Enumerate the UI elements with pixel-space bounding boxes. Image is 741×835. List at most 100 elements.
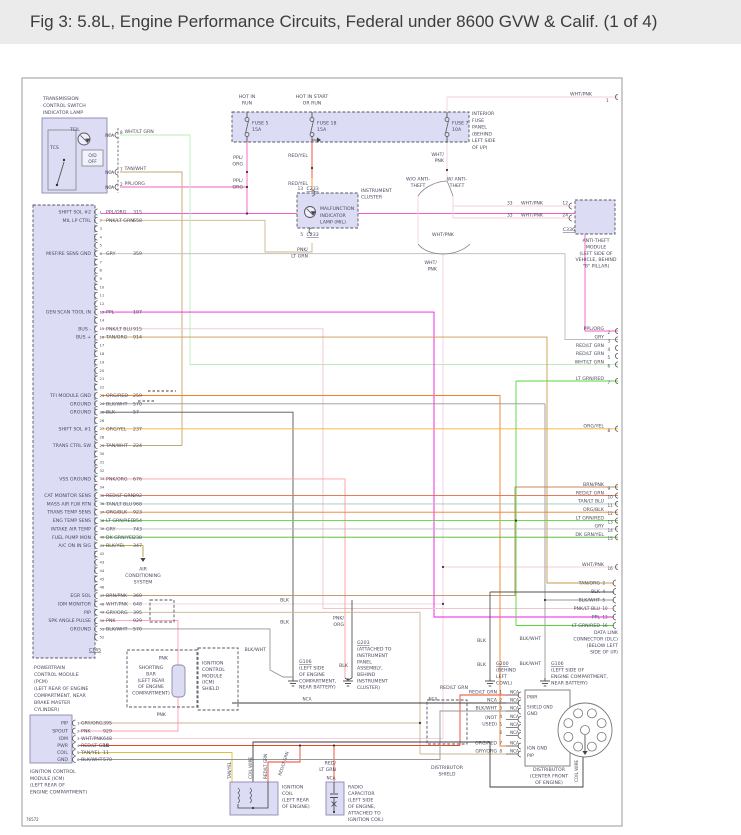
icm-shield-label: CONTROL	[202, 667, 225, 673]
anti-theft-module-label: MODULE	[586, 244, 606, 250]
mil-label: INDICATOR	[320, 213, 347, 219]
dist-fn-label: GND	[527, 711, 538, 717]
pcm-pin-wire: PNK/LT GRN	[106, 218, 134, 224]
not-used: USED)	[482, 722, 497, 728]
pcm-pin-wire: WHT/PNK	[106, 601, 129, 607]
label: NCA	[303, 697, 312, 702]
label: RED/LT GRN	[440, 685, 469, 691]
exit-number: 16	[608, 566, 614, 571]
shorting-bar-component	[172, 665, 185, 697]
junction-dot	[246, 186, 248, 188]
dist-pin-nca: NCA	[510, 722, 519, 727]
radio-capacitor-label: (LEFT SIDE	[348, 798, 373, 804]
pcm-pin-name: INTAKE AIR TEMP	[51, 526, 91, 532]
dist-fn-label: PIP	[527, 753, 534, 759]
ground-desc: (LEFT SIDE OF	[551, 668, 584, 674]
exit-wire: WHT/LT GRN	[575, 359, 605, 365]
label: BLK	[280, 598, 290, 604]
label: BLK/WHT	[519, 661, 541, 667]
connector-arc	[615, 353, 618, 358]
pcm-pin-name: TFI MODULE GND	[49, 393, 91, 399]
ignition-coil-label: (LEFT REAR	[282, 798, 310, 804]
fuse-label: 15A	[252, 127, 262, 133]
pcm-pin-wire: PNK	[106, 618, 116, 624]
ignition-coil-label: OF ENGINE)	[282, 804, 310, 810]
dlc-pin-number: 10	[603, 606, 609, 611]
label: PNK	[157, 712, 167, 718]
pcm-pin-number: 50	[100, 618, 105, 623]
shorting-bar-label: COMPARTMENT)	[132, 691, 170, 697]
pcm-pin-ckt: 107	[133, 310, 142, 316]
pcm-pin-number: 26	[100, 418, 105, 423]
tcs-pin-wire: WHT/LT GRN	[125, 129, 155, 135]
dist-fn-label: IGN GND	[527, 746, 548, 752]
antitheft-wire: WHT/PNK	[521, 213, 544, 219]
dist-pin-number: 8	[500, 749, 503, 754]
hot-in-run: HOT IN	[239, 94, 256, 100]
dlc-pin-wire: BLK/WHT	[578, 598, 600, 604]
distributor-shield-label: DISTRIBUTOR	[431, 765, 464, 771]
pcm-pin-number: 49	[100, 610, 105, 615]
wo-anti-theft: THEFT	[410, 183, 426, 189]
instrument-cluster-label: CLUSTER	[361, 195, 383, 201]
pcm-pin-name: PIP	[84, 610, 91, 616]
junction-dot	[299, 744, 301, 746]
label: BLK	[477, 662, 487, 668]
pcm-pin-name: SHIFT SOL #2	[58, 210, 91, 216]
pcm-pin-number: 24	[100, 401, 105, 406]
pcm-pin-ckt: 676	[133, 476, 142, 482]
dlc-label: SIDE OF I/P)	[590, 650, 618, 656]
tcs-pin-wire: TAN/WHT	[124, 166, 147, 172]
dist-fn-label: SHIELD GND	[527, 705, 553, 710]
dlc-pin-wire: TAN/ORG	[578, 581, 601, 587]
pcm-pin-ckt: 929	[133, 618, 142, 624]
connector-arc	[73, 728, 76, 734]
exit-number: 15	[608, 536, 614, 541]
distributor-shield-label: SHIELD	[438, 772, 455, 778]
wiring-diagram: 76572TRANSMISSIONCONTROL SWITCHINDICATOR…	[0, 0, 741, 835]
dist-pin-nca: NCA	[510, 706, 519, 711]
wire-tanwht	[120, 172, 182, 446]
wire-tanyel	[79, 753, 232, 783]
exit-number: 9	[608, 486, 611, 491]
exit-number: 10	[608, 495, 614, 500]
pcm-pin-ckt: 315	[133, 210, 142, 216]
pcm-label: (PCM)	[34, 679, 48, 685]
pcm-pin-wire: TAN/LT BLU	[105, 501, 133, 507]
wo-anti-theft: W/O ANTI-	[406, 177, 430, 183]
interior-fuse-panel-label: OF I/P)	[472, 145, 488, 151]
pcm-pin-number: 10	[100, 284, 105, 289]
junction-dot	[515, 520, 517, 522]
not-used: (NOT	[485, 715, 497, 721]
label: PNK	[159, 656, 169, 662]
radio-capacitor-label: ATTACHED TO	[348, 811, 381, 817]
pcm-pin-number: 30	[100, 451, 105, 456]
ground-name: G106	[551, 661, 564, 667]
exit-number: 11	[608, 503, 614, 508]
pcm-pin-number: 9	[100, 276, 103, 281]
connector-arc	[613, 589, 616, 595]
label: NCA	[327, 776, 336, 781]
label: WHT/PNK	[432, 232, 455, 238]
icm-pin-name: PWR	[57, 743, 68, 749]
air-conditioning-system: SYSTEM	[134, 580, 153, 586]
connector-arc	[115, 184, 118, 190]
pcm-pin-wire: GRY	[106, 251, 116, 257]
ground-desc: LEFT	[496, 674, 507, 680]
dist-pin-nca: NCA	[510, 690, 519, 695]
pcm-pin-number: 20	[100, 368, 105, 373]
pcm-pin-number: 33	[100, 476, 105, 481]
label: PPL/	[233, 155, 243, 161]
pcm-pin-name: BUS -	[78, 326, 91, 332]
icm-pin-name: SPOUT	[52, 729, 68, 735]
pcm-pin-wire: GRY/ORG	[106, 610, 128, 616]
ground-desc: CLUSTER)	[357, 685, 380, 691]
antitheft-ckt: 33	[507, 213, 513, 219]
fuse-label: FUSE 18	[317, 121, 337, 127]
wire-pnkltblu	[101, 329, 614, 609]
exit-number: 3	[608, 339, 611, 344]
junction-dot	[442, 603, 444, 605]
pcm-pin-wire: PNK/ORG	[106, 476, 128, 482]
dist-pin-nca: NCA	[510, 714, 519, 719]
pcm-pin-ckt: 259	[133, 393, 142, 399]
